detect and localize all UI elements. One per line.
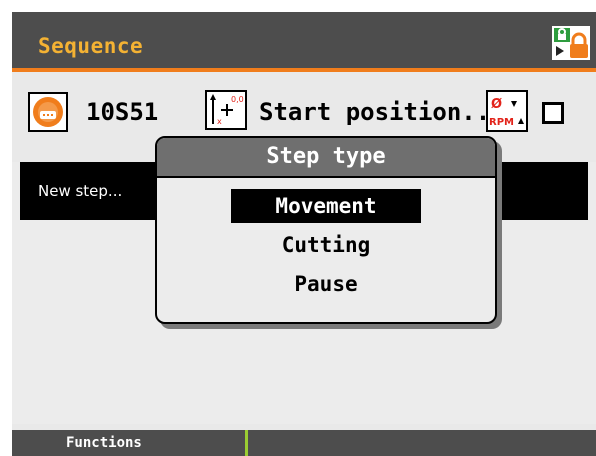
option-cutting[interactable]: Cutting [231, 228, 421, 262]
bottom-divider [245, 430, 248, 456]
step-checkbox[interactable] [542, 102, 564, 124]
option-movement[interactable]: Movement [231, 189, 421, 223]
step-type-popup: Step type Movement Cutting Pause [155, 136, 497, 324]
rpm-adjust-icon[interactable]: Ø RPM [486, 90, 528, 132]
page-title: Sequence [38, 34, 144, 58]
popup-header: Step type [157, 138, 495, 178]
list-item-label: New step... [38, 182, 123, 200]
position-axis-icon[interactable]: 0,0 x [205, 90, 247, 130]
program-lock-icon[interactable] [552, 26, 590, 60]
bottom-bar: Functions [12, 430, 596, 456]
tool-id[interactable]: 10S51 [86, 98, 158, 126]
screen: Sequence 10S51 0,0 x Start position... Ø… [12, 12, 596, 456]
popup-title: Step type [266, 144, 386, 169]
svg-text:0,0: 0,0 [231, 95, 244, 104]
option-pause[interactable]: Pause [231, 267, 421, 301]
saw-blade-icon[interactable] [28, 92, 68, 132]
svg-text:Ø: Ø [491, 97, 502, 112]
svg-text:RPM: RPM [489, 117, 514, 128]
svg-text:x: x [217, 117, 222, 126]
start-position-label[interactable]: Start position... [259, 98, 505, 126]
title-bar: Sequence [12, 12, 596, 68]
functions-button[interactable]: Functions [66, 435, 142, 451]
